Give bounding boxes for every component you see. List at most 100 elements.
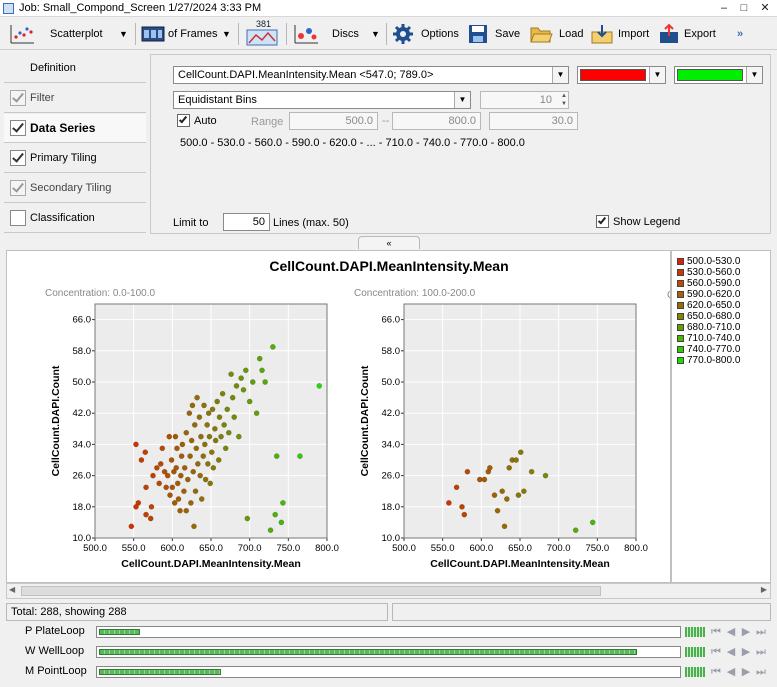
end-color-swatch	[677, 69, 743, 81]
collapse-panel-button[interactable]: «	[358, 236, 420, 249]
scatter-point	[229, 394, 236, 401]
scrollbar-thumb[interactable]	[21, 586, 601, 596]
nav-data-series-label: Data Series	[30, 121, 96, 135]
next-icon[interactable]: ▶	[740, 625, 752, 639]
start-color-picker[interactable]: ▼	[577, 66, 666, 84]
scroll-left-icon[interactable]: ◀	[9, 585, 15, 594]
export-button[interactable]: Export	[658, 21, 716, 47]
nav-filter[interactable]: Filter	[4, 84, 146, 113]
horizontal-scrollbar[interactable]: ◀ ▶	[6, 583, 771, 599]
options-button[interactable]: Options	[392, 21, 459, 47]
next-icon[interactable]: ▶	[740, 645, 752, 659]
scatterplot-dropdown[interactable]: ▼	[119, 21, 128, 47]
previous-icon[interactable]: ◀	[725, 665, 737, 679]
scatter-point	[189, 402, 196, 409]
x-tick-label: 700.0	[238, 543, 262, 554]
classification-checkbox[interactable]	[10, 210, 26, 226]
range-to-field[interactable]: 800.0	[392, 112, 481, 130]
last-icon[interactable]: ⏭	[755, 645, 767, 659]
loop-progress-bar[interactable]	[96, 666, 681, 678]
scatter-point	[196, 414, 203, 420]
discs-dropdown[interactable]: ▼	[371, 21, 380, 47]
import-icon	[591, 25, 613, 44]
next-icon[interactable]: ▶	[740, 665, 752, 679]
measure-select[interactable]: CellCount.DAPI.MeanIntensity.Mean <547.0…	[173, 66, 569, 84]
scatterplot-button[interactable]: Scatterplot	[8, 21, 103, 47]
scatter-point	[164, 472, 171, 479]
scatter-point	[240, 386, 247, 393]
maximize-button[interactable]: □	[734, 0, 754, 16]
first-icon[interactable]: ⏮	[710, 625, 722, 639]
scatter-point	[202, 476, 209, 483]
step-field[interactable]: 30.0	[489, 112, 578, 130]
nav-classification[interactable]: Classification	[4, 204, 146, 233]
scatter-point	[179, 441, 186, 448]
frames-dropdown[interactable]: ▼	[222, 21, 231, 47]
scroll-right-icon[interactable]: ▶	[761, 585, 767, 594]
auto-checkbox[interactable]	[177, 114, 190, 127]
nav-secondary-tiling-label: Secondary Tiling	[30, 182, 112, 194]
spinner-arrows-icon: ▲ ▼	[561, 93, 567, 107]
scatter-point	[201, 441, 208, 448]
loop-row: P PlateLoop ⏮ ◀ ▶ ⏭	[0, 623, 777, 641]
auto-range-toggle[interactable]: Auto	[177, 114, 217, 127]
image-count-button[interactable]: 381	[244, 19, 280, 47]
nav-definition[interactable]: Definition	[4, 54, 146, 83]
show-legend-toggle[interactable]: Show Legend	[596, 215, 680, 228]
nav-secondary-tiling[interactable]: Secondary Tiling	[4, 174, 146, 203]
discs-button[interactable]: Discs	[292, 21, 359, 47]
previous-icon[interactable]: ◀	[725, 625, 737, 639]
previous-icon[interactable]: ◀	[725, 645, 737, 659]
filter-checkbox[interactable]	[10, 90, 26, 106]
scatter-point	[446, 500, 452, 506]
loop-progress-bar[interactable]	[96, 646, 681, 658]
save-disk-icon	[469, 25, 487, 43]
scatter-point	[225, 429, 232, 436]
end-color-picker[interactable]: ▼	[674, 66, 763, 84]
gear-icon	[393, 24, 413, 44]
show-legend-checkbox[interactable]	[596, 215, 609, 228]
toolbar-separator	[135, 23, 136, 45]
scatter-point	[504, 496, 510, 502]
status-bar-secondary	[392, 603, 771, 621]
scatter-point	[297, 453, 303, 459]
nav-primary-tiling[interactable]: Primary Tiling	[4, 144, 146, 173]
scatter-point	[244, 515, 251, 522]
scatter-point	[513, 457, 519, 463]
first-icon[interactable]: ⏮	[710, 645, 722, 659]
scatter-point	[194, 394, 200, 401]
minimize-button[interactable]: –	[714, 0, 734, 16]
range-from-field[interactable]: 500.0	[289, 112, 378, 130]
data-series-checkbox[interactable]	[10, 120, 26, 136]
close-button[interactable]: ✕	[755, 0, 775, 16]
loop-activity-meter	[685, 667, 705, 677]
scatter-point	[154, 464, 160, 471]
app-icon	[3, 3, 14, 14]
x-axis-label: CellCount.DAPI.MeanIntensity.Mean	[430, 558, 610, 570]
loop-progress-bar[interactable]	[96, 626, 681, 638]
toolbar-overflow-button[interactable]: »	[737, 21, 743, 47]
scatter-point	[201, 402, 207, 409]
last-icon[interactable]: ⏭	[755, 625, 767, 639]
primary-tiling-checkbox[interactable]	[10, 150, 26, 166]
scatter-point	[316, 383, 323, 389]
load-button[interactable]: Load	[529, 21, 583, 47]
binning-select[interactable]: Equidistant Bins ▼	[173, 91, 471, 109]
checkmark-icon	[12, 180, 24, 193]
secondary-tiling-checkbox[interactable]	[10, 180, 26, 196]
toolbar: Scatterplot ▼ of Frames ▼ 381 Discs ▼ Op…	[0, 18, 777, 50]
limit-input[interactable]: 50	[223, 213, 270, 231]
scatter-point	[242, 367, 249, 374]
first-icon[interactable]: ⏮	[710, 665, 722, 679]
scatter-point	[174, 480, 181, 487]
frames-button[interactable]: of Frames	[141, 21, 218, 47]
y-tick-label: 10.0	[382, 533, 401, 544]
bin-count-spinner[interactable]: 10 ▲ ▼	[480, 91, 569, 109]
last-icon[interactable]: ⏭	[755, 665, 767, 679]
toolbar-separator	[238, 23, 239, 45]
scatter-panel: Concentration: 0.0-100.0 500.0 550.0 600.0 6…	[45, 288, 339, 570]
import-button[interactable]: Import	[590, 21, 649, 47]
legend-swatch	[677, 357, 684, 364]
save-button[interactable]: Save	[467, 21, 520, 47]
nav-data-series[interactable]: Data Series	[4, 114, 146, 143]
